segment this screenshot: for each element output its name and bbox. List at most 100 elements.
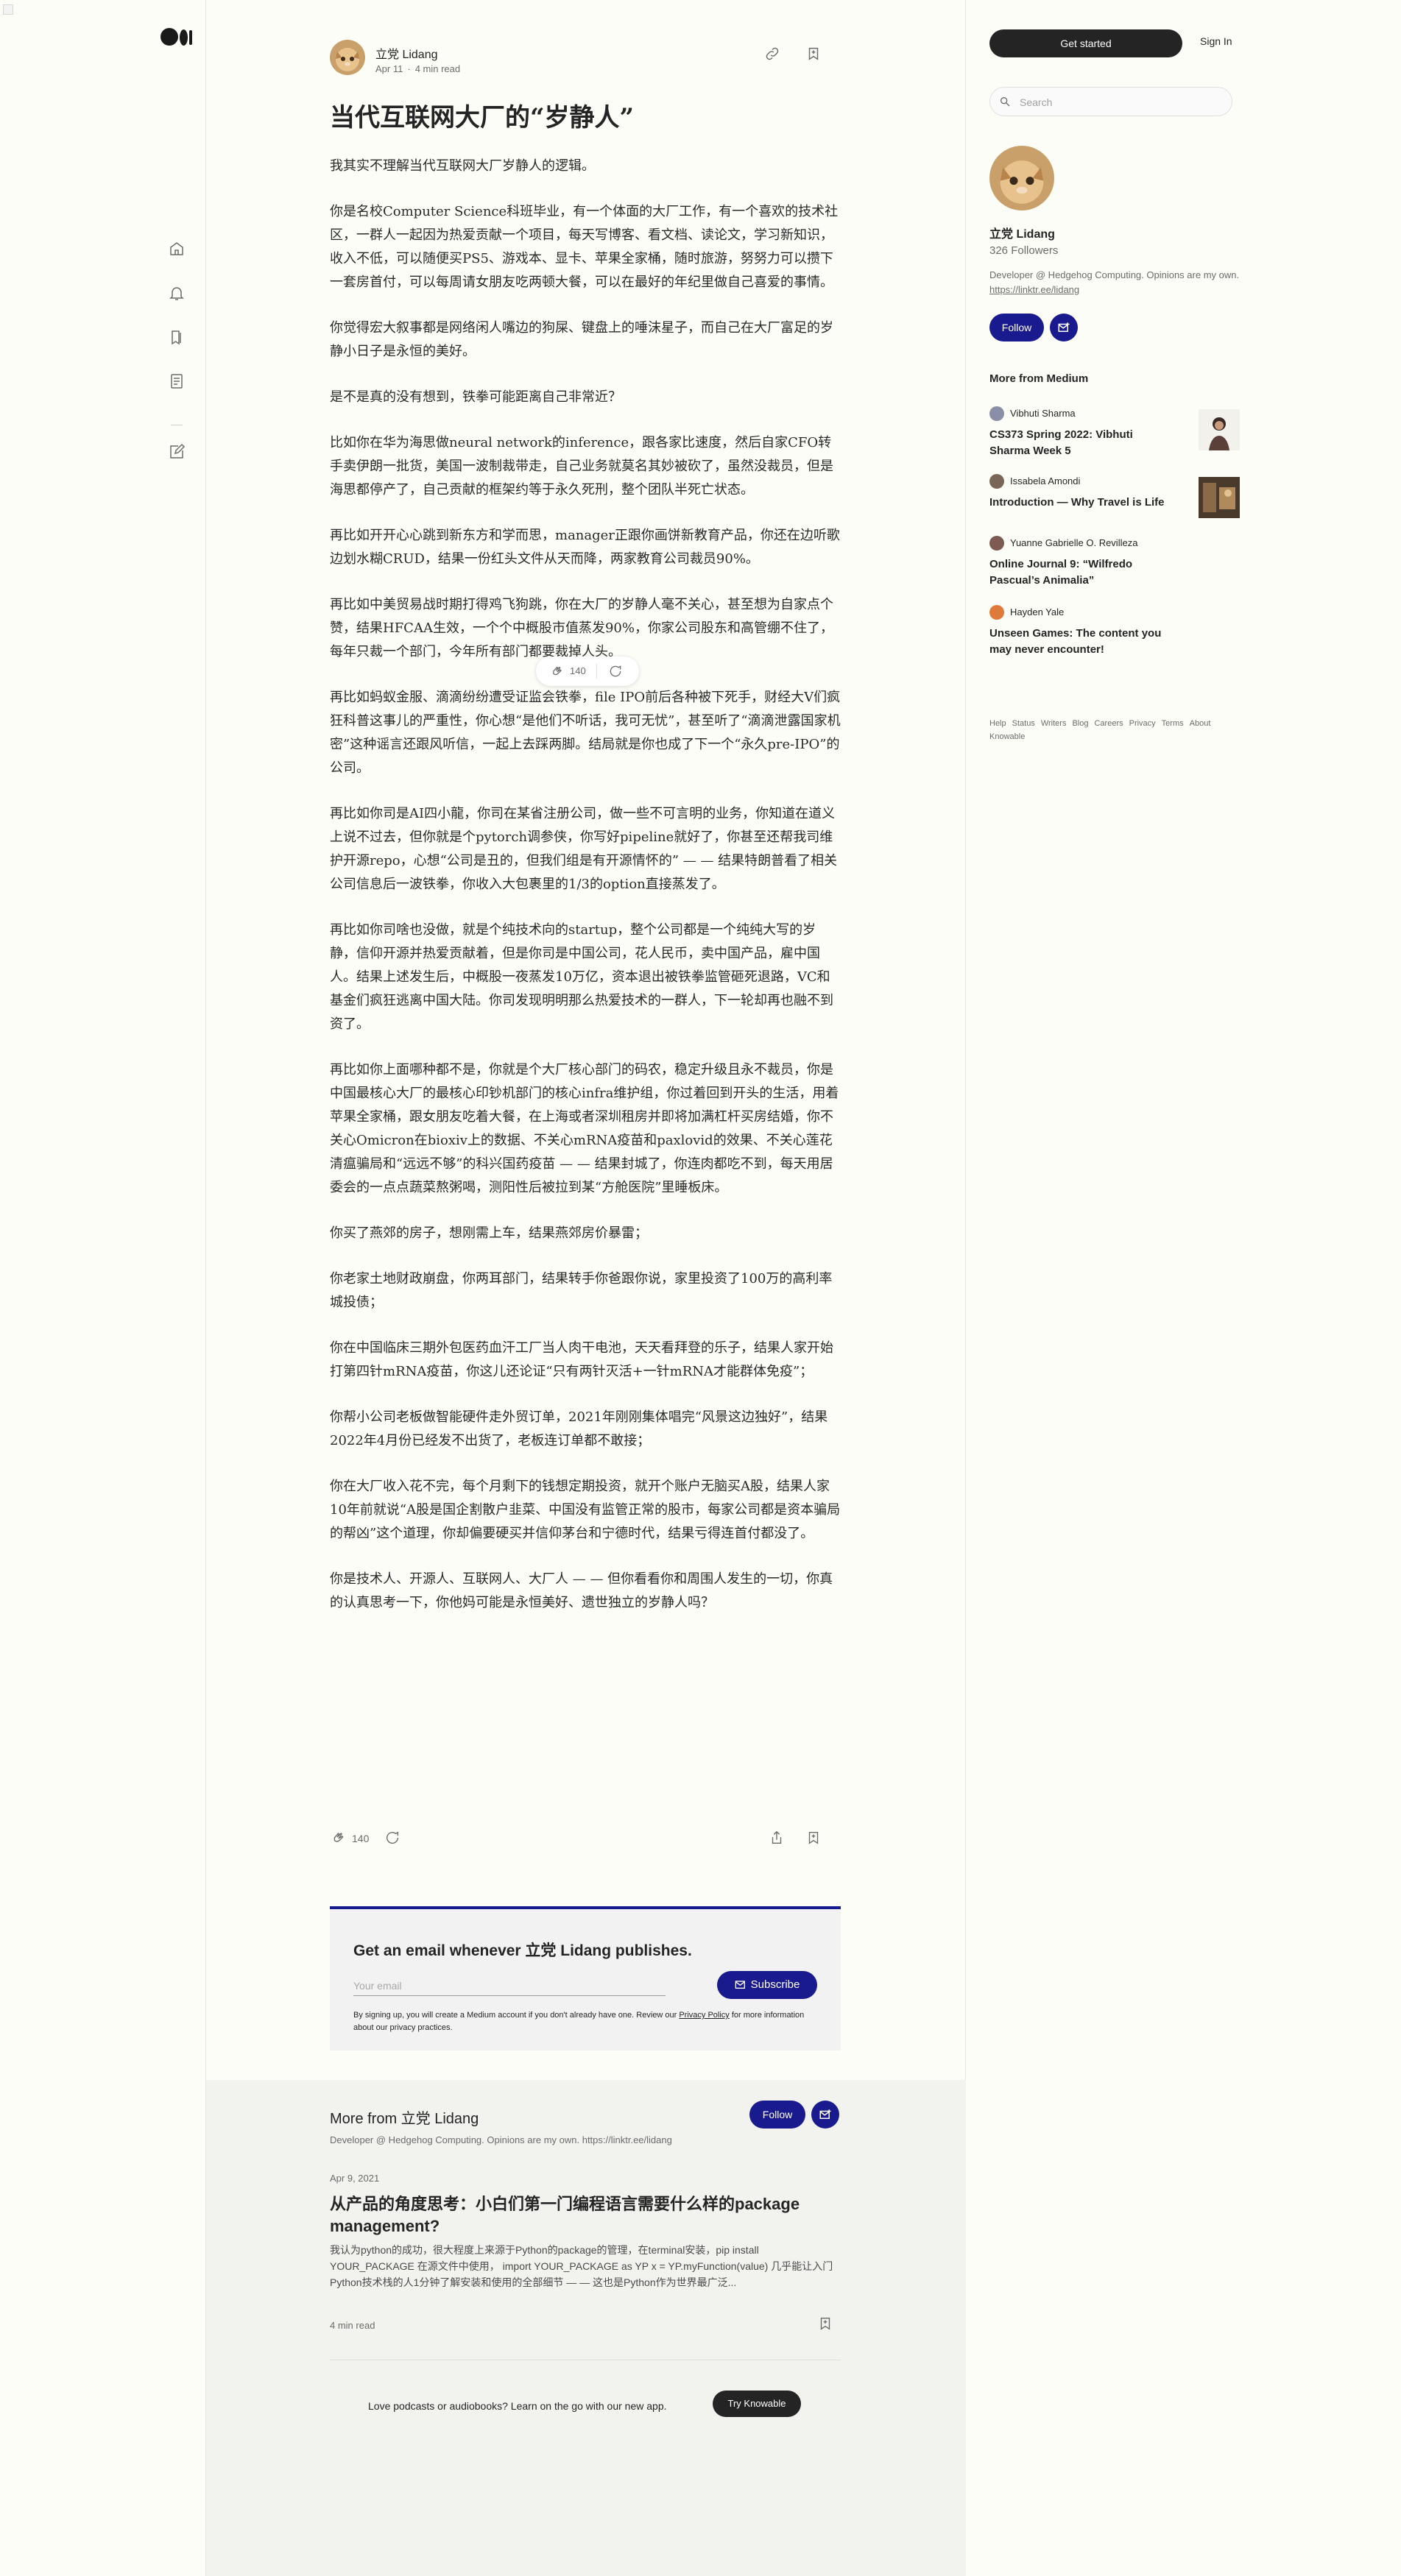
paragraph: 你觉得宏大叙事都是网络闲人嘴边的狗屎、键盘上的唾沫星子，而自己在大厂富足的岁静小… [330, 320, 833, 359]
follow-button[interactable]: Follow [749, 2101, 805, 2129]
paragraph: 再比如你司是AI四小龍，你司在某省注册公司，做一些不可言明的业务，你知道在道义上… [330, 806, 838, 892]
paragraph: 再比如你司啥也没做，就是个纯技术向的startup，整个公司都是一个纯纯大写的岁… [330, 922, 833, 1032]
subscribe-label: Subscribe [750, 1978, 800, 1991]
follower-count[interactable]: 326 Followers [989, 244, 1058, 257]
privacy-policy-link[interactable]: Privacy Policy [679, 2011, 729, 2020]
share-icon[interactable] [769, 1830, 785, 1848]
subscribe-button[interactable]: Subscribe [717, 1971, 817, 1999]
broken-image-icon [3, 4, 13, 15]
clap-icon[interactable] [330, 1830, 346, 1848]
more-from-author-section [206, 2080, 966, 2576]
post-title[interactable]: 从产品的角度思考：小白们第一门编程语言需要什么样的package managem… [330, 2193, 841, 2237]
recommended-story[interactable]: Hayden Yale Unseen Games: The content yo… [989, 605, 1240, 657]
email-input[interactable]: Your email [353, 1974, 666, 1996]
story-thumbnail[interactable] [1199, 409, 1240, 450]
response-icon[interactable] [384, 1830, 400, 1848]
recommended-story[interactable]: Issabela Amondi Introduction — Why Trave… [989, 474, 1240, 518]
author-avatar [989, 536, 1004, 551]
bookmark-icon[interactable] [817, 2315, 833, 2335]
rec-author[interactable]: Yuanne Gabrielle O. Revilleza [1010, 537, 1137, 548]
paragraph: 你是名校Computer Science科班毕业，有一个体面的大厂工作，有一个喜… [330, 204, 839, 290]
app-promo-text: Love podcasts or audiobooks? Learn on th… [368, 2400, 667, 2412]
write-icon[interactable] [168, 443, 186, 461]
floating-action-bar: 140 [536, 657, 639, 686]
rec-title[interactable]: Unseen Games: The content you may never … [989, 626, 1174, 658]
search-input[interactable]: Search [989, 87, 1232, 116]
bio-link[interactable]: https://linktr.ee/lidang [989, 284, 1079, 295]
rec-author[interactable]: Issabela Amondi [1010, 475, 1080, 486]
footer-link-writers[interactable]: Writers [1041, 719, 1067, 728]
article-footer-actions: 140 [330, 1830, 841, 1852]
footer-link-terms[interactable]: Terms [1162, 719, 1184, 728]
email-subscribe-box: Get an email whenever 立党 Lidang publishe… [330, 1906, 841, 2050]
home-icon[interactable] [168, 240, 186, 258]
read-time: 4 min read [414, 63, 461, 74]
article-title: 当代互联网大厂的“岁静人” [330, 103, 635, 132]
footer-link-blog[interactable]: Blog [1072, 719, 1088, 728]
author-name[interactable]: 立党 Lidang [989, 224, 1055, 241]
bookmark-icon[interactable] [805, 46, 823, 63]
rec-author[interactable]: Hayden Yale [1010, 606, 1064, 618]
paragraph: 再比如你上面哪种都不是，你就是个大厂核心部门的码农，稳定升级且永不裁员，你是中国… [330, 1062, 839, 1195]
footer-link-about[interactable]: About [1190, 719, 1211, 728]
paragraph: 是不是真的没有想到，铁拳可能距离自己非常近？ [330, 389, 621, 405]
link-icon[interactable] [764, 46, 782, 63]
paragraph: 再比如中美贸易战时期打得鸡飞狗跳，你在大厂的岁静人毫不关心，甚至想为自家点个赞，… [330, 597, 833, 659]
footer-link-privacy[interactable]: Privacy [1129, 719, 1156, 728]
subscribe-mail-button[interactable] [1050, 314, 1078, 342]
rec-title[interactable]: CS373 Spring 2022: Vibhuti Sharma Week 5 [989, 427, 1174, 459]
footer-link-status[interactable]: Status [1012, 719, 1035, 728]
paragraph: 你买了燕郊的房子，想刚需上车，结果燕郊房价暴雷； [330, 1225, 648, 1241]
bookmark-icon[interactable] [805, 1830, 822, 1848]
paragraph: 比如你在华为海思做neural network的inference，跟各家比速度… [330, 435, 833, 498]
left-rail [0, 0, 206, 2576]
footer-link-knowable[interactable]: Knowable [989, 732, 1025, 741]
post-excerpt[interactable]: 我认为python的成功，很大程度上来源于Python的package的管理，在… [330, 2242, 841, 2290]
footer-link-careers[interactable]: Careers [1094, 719, 1123, 728]
author-avatar-large[interactable] [989, 146, 1054, 210]
search-icon [999, 96, 1011, 111]
notifications-icon[interactable] [168, 284, 186, 302]
footer-links: Help Status Writers Blog Careers Privacy Terms… [989, 717, 1240, 743]
clap-count: 140 [352, 1833, 370, 1844]
subscribe-fine-print: By signing up, you will create a Medium … [353, 2011, 805, 2032]
more-from-medium-heading: More from Medium [989, 372, 1089, 385]
article-meta: Apr 11 · 4 min read [375, 63, 461, 74]
post-read-time: 4 min read [330, 2320, 375, 2331]
paragraph: 你老家土地财政崩盘，你两耳部门，结果转手你爸跟你说，家里投资了100万的高利率城… [330, 1271, 833, 1310]
clap-count: 140 [570, 665, 586, 676]
lists-icon[interactable] [168, 328, 186, 346]
rec-title[interactable]: Introduction — Why Travel is Life [989, 495, 1174, 511]
paragraph: 再比如开开心心跳到新东方和学而思，manager正跟你画饼新教育产品，你还在边听… [330, 528, 840, 567]
medium-logo[interactable] [160, 28, 193, 47]
paragraph: 你在中国临床三期外包医药血汗工厂当人肉干电池，天天看拜登的乐子，结果人家开始打第… [330, 1340, 833, 1379]
author-avatar[interactable] [330, 40, 365, 75]
sign-in-link[interactable]: Sign In [1200, 35, 1232, 47]
subscribe-title: Get an email whenever 立党 Lidang publishe… [353, 1942, 692, 1959]
paragraph: 你是技术人、开源人、互联网人、大厂人 — — 但你看看你和周围人发生的一切，你真… [330, 1571, 833, 1610]
publish-date: Apr 11 [375, 63, 403, 74]
more-from-author-title: More from 立党 Lidang [330, 2111, 479, 2127]
clap-icon[interactable] [549, 664, 564, 682]
author-header: 立党 Lidang Apr 11 · 4 min read [330, 40, 841, 78]
author-name[interactable]: 立党 Lidang [375, 44, 438, 62]
recommended-story[interactable]: Yuanne Gabrielle O. Revilleza Online Jou… [989, 536, 1240, 587]
post-date: Apr 9, 2021 [330, 2173, 380, 2184]
try-knowable-button[interactable]: Try Knowable [713, 2391, 801, 2417]
story-thumbnail[interactable] [1199, 477, 1240, 518]
response-icon[interactable] [608, 664, 623, 682]
paragraph: 你帮小公司老板做智能硬件走外贸订单，2021年刚刚集体唱完“风景这边独好”，结果… [330, 1409, 828, 1448]
search-placeholder: Search [1020, 96, 1053, 108]
author-avatar [989, 406, 1004, 421]
rec-author[interactable]: Vibhuti Sharma [1010, 408, 1076, 419]
more-from-author-desc: Developer @ Hedgehog Computing. Opinions… [330, 2134, 672, 2145]
paragraph: 再比如蚂蚁金服、滴滴纷纷遭受证监会铁拳，file IPO前后各种被下死手，财经大… [330, 690, 841, 776]
get-started-button[interactable]: Get started [989, 29, 1182, 57]
subscribe-mail-button[interactable] [811, 2101, 839, 2129]
rec-title[interactable]: Online Journal 9: “Wilfredo Pascual’s An… [989, 556, 1174, 589]
author-avatar [989, 474, 1004, 489]
stories-icon[interactable] [168, 372, 186, 390]
recommended-story[interactable]: Vibhuti Sharma CS373 Spring 2022: Vibhut… [989, 406, 1240, 458]
footer-link-help[interactable]: Help [989, 719, 1006, 728]
follow-button[interactable]: Follow [989, 314, 1044, 342]
